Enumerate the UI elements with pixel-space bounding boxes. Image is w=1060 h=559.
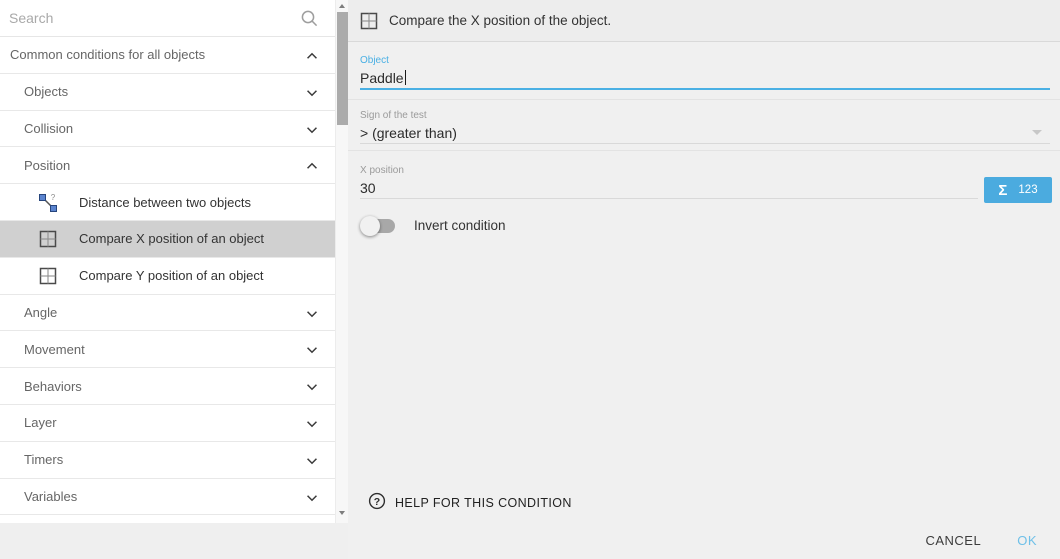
help-icon: ? xyxy=(368,492,386,515)
invert-condition-label: Invert condition xyxy=(414,218,506,233)
object-field-value[interactable]: Paddle xyxy=(360,70,406,86)
conditions-list: Common conditions for all objects Object… xyxy=(0,0,335,515)
sidebar-item-common-conditions[interactable]: Common conditions for all objects xyxy=(0,37,335,74)
condition-item-label: Distance between two objects xyxy=(79,195,251,210)
invert-condition-row: Invert condition xyxy=(348,207,1060,244)
chevron-down-icon xyxy=(304,122,320,143)
sidebar-item-movement[interactable]: Movement xyxy=(0,331,335,368)
x-position-field-value[interactable]: 30 xyxy=(360,180,376,196)
x-position-field-underline xyxy=(360,198,978,199)
sidebar-item-variables[interactable]: Variables xyxy=(0,479,335,516)
object-field-label: Object xyxy=(360,55,389,66)
search-icon xyxy=(300,9,319,33)
scrollbar-thumb[interactable] xyxy=(337,12,348,125)
invert-condition-toggle[interactable] xyxy=(360,216,397,236)
chevron-down-icon xyxy=(304,453,320,474)
scrollbar-down-arrow-icon[interactable] xyxy=(336,507,348,519)
help-link-label: HELP FOR THIS CONDITION xyxy=(395,496,572,510)
sidebar-item-label: Movement xyxy=(24,342,85,357)
compare-position-icon xyxy=(38,229,58,249)
search-row xyxy=(0,0,335,37)
svg-text:?: ? xyxy=(51,193,56,202)
sidebar-item-layer[interactable]: Layer xyxy=(0,405,335,442)
dialog-actions: CANCEL OK xyxy=(348,525,1060,555)
compare-position-icon xyxy=(360,12,378,30)
condition-item-label: Compare X position of an object xyxy=(79,231,264,246)
chevron-up-icon xyxy=(304,48,320,69)
condition-parameters-panel: Compare the X position of the object. Ob… xyxy=(348,0,1060,559)
x-position-field-label: X position xyxy=(360,165,404,176)
sidebar-item-label: Objects xyxy=(24,84,68,99)
sign-field-underline xyxy=(360,143,1050,144)
distance-icon: ? xyxy=(38,192,58,212)
condition-title: Compare the X position of the object. xyxy=(389,13,611,28)
chevron-down-icon xyxy=(304,342,320,363)
sidebar-item-objects[interactable]: Objects xyxy=(0,74,335,111)
condition-item-compare-y-position[interactable]: Compare Y position of an object xyxy=(0,258,335,295)
condition-header: Compare the X position of the object. xyxy=(348,0,1060,42)
condition-item-compare-x-position[interactable]: Compare X position of an object xyxy=(0,221,335,258)
sidebar-item-behaviors[interactable]: Behaviors xyxy=(0,368,335,405)
editor-spacer xyxy=(348,244,1060,490)
toggle-thumb xyxy=(360,216,380,236)
sign-field-value[interactable]: > (greater than) xyxy=(360,125,457,141)
compare-position-icon xyxy=(38,266,58,286)
object-field-underline xyxy=(360,88,1050,90)
condition-item-label: Compare Y position of an object xyxy=(79,268,264,283)
sign-of-test-select[interactable]: Sign of the test > (greater than) xyxy=(348,100,1060,151)
sidebar-item-label: Behaviors xyxy=(24,379,82,394)
sidebar-footer xyxy=(0,523,348,559)
condition-item-distance-between-objects[interactable]: ? Distance between two objects xyxy=(0,184,335,221)
ok-button[interactable]: OK xyxy=(1017,533,1037,548)
text-caret xyxy=(405,70,406,85)
sidebar-scrollbar[interactable] xyxy=(335,0,348,523)
sidebar-item-position[interactable]: Position xyxy=(0,147,335,184)
sidebar-scroll-area: Common conditions for all objects Object… xyxy=(0,0,348,523)
sidebar-item-label: Layer xyxy=(24,415,57,430)
sigma-icon: Σ xyxy=(998,182,1007,199)
chevron-down-icon xyxy=(304,306,320,327)
search-input[interactable] xyxy=(0,10,290,26)
cancel-button[interactable]: CANCEL xyxy=(925,533,981,548)
sidebar-item-label: Position xyxy=(24,158,70,173)
expression-button-label: 123 xyxy=(1018,184,1037,196)
sidebar-item-label: Collision xyxy=(24,121,73,136)
chevron-down-icon xyxy=(304,490,320,511)
chevron-down-icon xyxy=(304,379,320,400)
condition-editor-dialog: Common conditions for all objects Object… xyxy=(0,0,1060,559)
sidebar-item-label: Variables xyxy=(24,489,77,504)
sidebar-item-timers[interactable]: Timers xyxy=(0,442,335,479)
sidebar-item-angle[interactable]: Angle xyxy=(0,295,335,332)
chevron-down-icon xyxy=(304,85,320,106)
scrollbar-up-arrow-icon[interactable] xyxy=(336,0,348,12)
svg-text:?: ? xyxy=(374,496,380,508)
object-field[interactable]: Object Paddle xyxy=(348,42,1060,100)
chevron-down-icon xyxy=(304,416,320,437)
dropdown-caret-icon xyxy=(1032,130,1042,135)
x-position-field[interactable]: X position 30 Σ 123 xyxy=(348,151,1060,207)
conditions-sidebar: Common conditions for all objects Object… xyxy=(0,0,348,559)
sign-field-label: Sign of the test xyxy=(360,110,427,121)
sidebar-item-collision[interactable]: Collision xyxy=(0,111,335,148)
help-link[interactable]: ? HELP FOR THIS CONDITION xyxy=(348,490,1060,516)
sidebar-item-label: Angle xyxy=(24,305,57,320)
sidebar-item-label: Common conditions for all objects xyxy=(10,47,205,62)
sidebar-item-label: Timers xyxy=(24,452,63,467)
chevron-up-icon xyxy=(304,158,320,179)
expression-editor-button[interactable]: Σ 123 xyxy=(984,177,1052,203)
